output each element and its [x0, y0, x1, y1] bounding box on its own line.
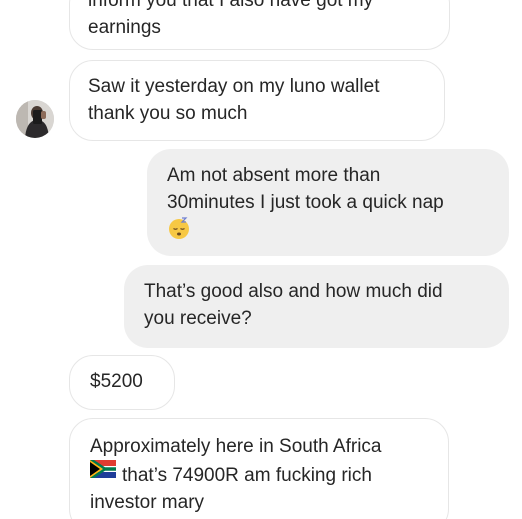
sent-message-bubble[interactable]: That’s good also and how much did you re…	[124, 265, 509, 348]
received-message-bubble[interactable]: Saw it yesterday on my luno wallet thank…	[69, 60, 445, 141]
received-message-bubble[interactable]: inform you that I also have got my earni…	[69, 0, 450, 50]
message-text-line: inform you that I also have got my	[88, 0, 374, 11]
sent-message-bubble[interactable]: Am not absent more than 30minutes I just…	[147, 149, 509, 256]
south-africa-flag-icon	[90, 460, 116, 484]
received-message-bubble[interactable]: Approximately here in South Africa that’…	[69, 418, 449, 519]
message-text-line: thank you so much	[88, 103, 248, 124]
message-text-line: Am not absent more than	[167, 165, 381, 186]
message-text-line: investor mary	[90, 492, 205, 513]
message-text-line: Saw it yesterday on my luno wallet	[88, 76, 380, 97]
chat-thread: inform you that I also have got my earni…	[0, 0, 522, 519]
received-message-bubble[interactable]: $5200	[69, 355, 175, 410]
message-text-line: $5200	[90, 371, 143, 392]
message-text-line: That’s good also and how much did	[144, 281, 443, 302]
message-text-line: that’s 74900R am fucking rich	[122, 465, 372, 486]
contact-avatar[interactable]	[16, 100, 54, 138]
message-text-line: Approximately here in South Africa	[90, 436, 382, 457]
message-text-line: earnings	[88, 17, 161, 38]
sleeping-face-icon	[167, 216, 191, 240]
message-text-line: you receive?	[144, 308, 252, 329]
message-text-line: 30minutes I just took a quick nap	[167, 192, 444, 213]
